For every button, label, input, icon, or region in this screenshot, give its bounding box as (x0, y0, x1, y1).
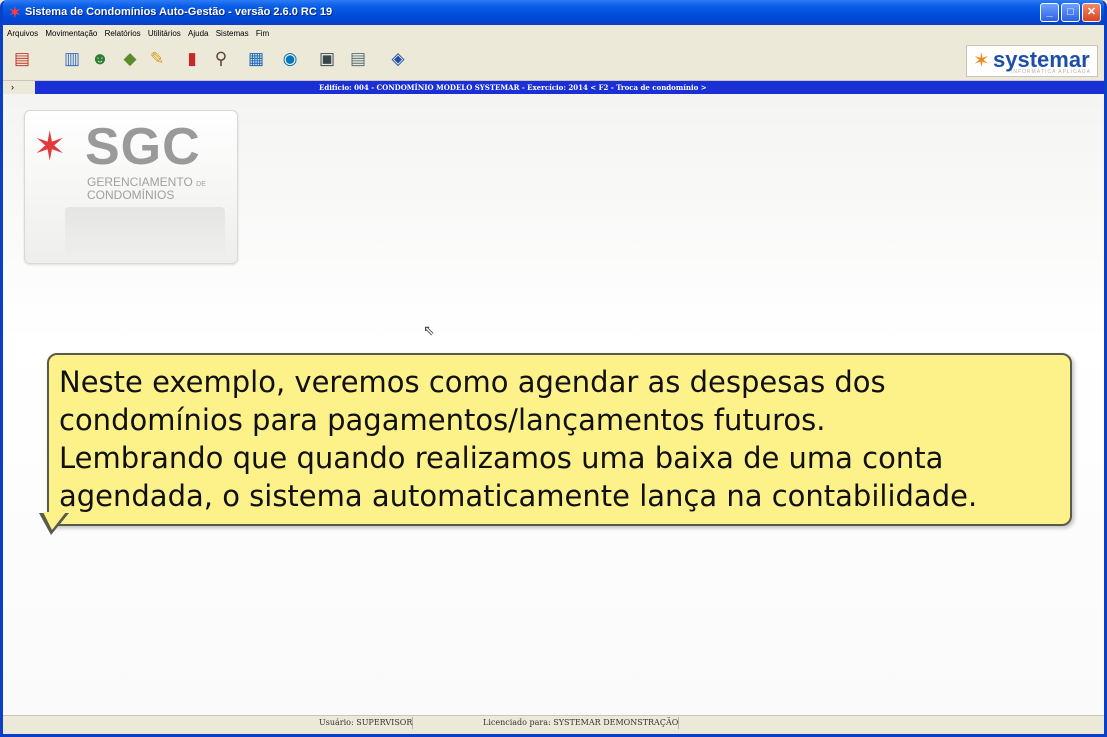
callout-line: Neste exemplo, veremos como agendar as d… (59, 365, 886, 399)
menu-ajuda[interactable]: Ajuda (188, 25, 208, 42)
sgc-logo: ✶ SGC GERENCIAMENTO DE CONDOMÍNIOS (24, 110, 238, 264)
brand-logo: ✶ systemar INFORMÁTICA APLICADA (966, 45, 1098, 77)
sgc-subtitle-line2: CONDOMÍNIOS (87, 188, 175, 202)
exit-door-icon[interactable]: ▤ (11, 48, 33, 70)
callout-line: agendada, o sistema automaticamente lanç… (59, 479, 978, 513)
sgc-mark-icon: ✶ (33, 125, 67, 169)
expand-chevron-icon[interactable]: › (3, 81, 35, 94)
app-window: ✶ Sistema de Condomínios Auto-Gestão - v… (0, 0, 1107, 737)
menu-sistemas[interactable]: Sistemas (216, 25, 249, 42)
calculator-icon[interactable]: ▤ (347, 48, 369, 70)
tutorial-callout: Neste exemplo, veremos como agendar as d… (39, 353, 1072, 535)
menu-utilitarios[interactable]: Utilitários (148, 25, 181, 42)
menu-fim[interactable]: Fim (256, 25, 269, 42)
globe-icon[interactable]: ◉ (279, 48, 301, 70)
toolbar: ▤ ▥ ☻ ◆ ✎ ▮ ⚲ ▦ ◉ ▣ ▤ ◈ ✶ systemar INFOR… (3, 42, 1104, 80)
money-icon[interactable]: ◆ (119, 48, 141, 70)
status-bar: Usuário: SUPERVISOR Licenciado para: SYS… (3, 715, 1104, 734)
edit-document-icon[interactable]: ✎ (146, 48, 168, 70)
workspace-area: ✶ SGC GERENCIAMENTO DE CONDOMÍNIOS ⇖ Nes… (3, 94, 1104, 715)
condominium-info-bar: › Edifício: 004 - CONDOMÍNIO MODELO SYST… (3, 80, 1104, 94)
logo-reflection (65, 207, 225, 259)
monitor-icon[interactable]: ▣ (316, 48, 338, 70)
people-icon[interactable]: ☻ (89, 48, 111, 70)
building-icon[interactable]: ▥ (61, 48, 83, 70)
minimize-button[interactable]: _ (1040, 3, 1059, 22)
maximize-button[interactable]: □ (1061, 3, 1080, 22)
menu-bar: Arquivos Movimentação Relatórios Utilitá… (3, 25, 1104, 42)
window-title: Sistema de Condomínios Auto-Gestão - ver… (25, 6, 333, 18)
bar-chart-icon[interactable]: ▮ (181, 48, 203, 70)
callout-text: Neste exemplo, veremos como agendar as d… (59, 363, 1064, 515)
app-logo-icon: ✶ (9, 4, 21, 20)
help-icon[interactable]: ◈ (387, 48, 409, 70)
status-user: Usuário: SUPERVISOR (319, 717, 414, 729)
sgc-title: SGC (85, 118, 201, 176)
menu-relatorios[interactable]: Relatórios (105, 25, 141, 42)
title-bar[interactable]: ✶ Sistema de Condomínios Auto-Gestão - v… (3, 0, 1104, 25)
condominium-info-text[interactable]: Edifício: 004 - CONDOMÍNIO MODELO SYSTEM… (319, 81, 707, 94)
status-license: Licenciado para: SYSTEMAR DEMONSTRAÇÃO (483, 717, 680, 729)
callout-line: condomínios para pagamentos/lançamentos … (59, 403, 826, 437)
stamp-icon[interactable]: ⚲ (210, 48, 232, 70)
calendar-icon[interactable]: ▦ (245, 48, 267, 70)
brand-mark-icon: ✶ (973, 50, 990, 72)
menu-movimentacao[interactable]: Movimentação (45, 25, 97, 42)
close-button[interactable]: ✕ (1082, 3, 1101, 22)
brand-subtitle: INFORMÁTICA APLICADA (1010, 69, 1091, 75)
mouse-pointer-icon: ⇖ (423, 322, 435, 338)
callout-line: Lembrando que quando realizamos uma baix… (59, 441, 944, 475)
menu-arquivos[interactable]: Arquivos (7, 25, 38, 42)
